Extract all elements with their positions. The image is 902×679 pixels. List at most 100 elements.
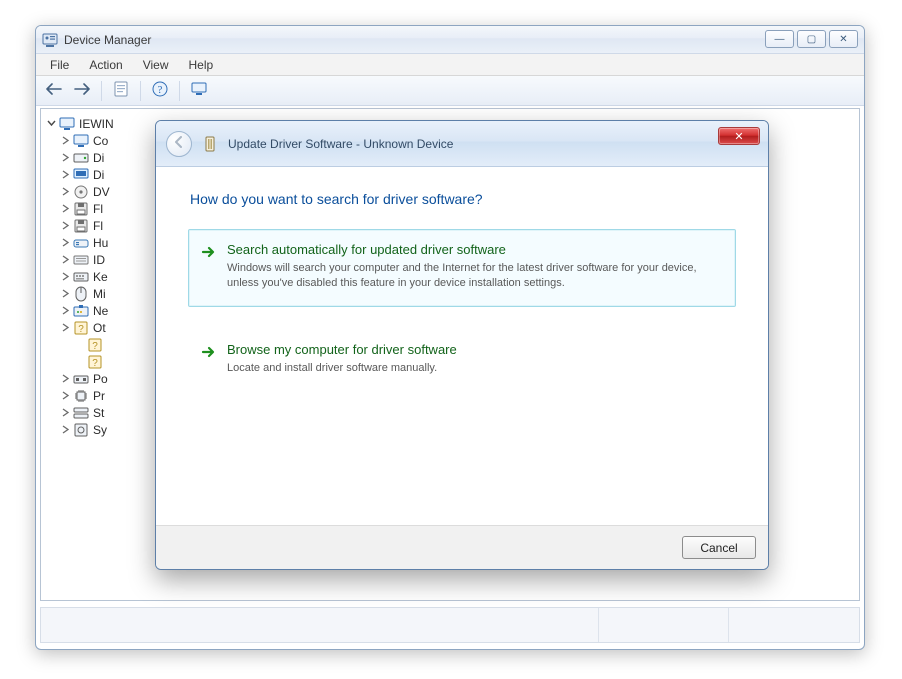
minimize-button[interactable]: — — [765, 30, 794, 48]
expand-icon[interactable] — [59, 271, 71, 283]
monitor-icon — [191, 82, 207, 99]
dialog-titlebar[interactable]: Update Driver Software - Unknown Device … — [156, 121, 768, 167]
arrow-right-icon — [201, 244, 217, 263]
maximize-button[interactable]: ▢ — [797, 30, 826, 48]
status-cell — [729, 608, 859, 642]
expand-icon[interactable] — [59, 288, 71, 300]
tree-item-label: ID — [93, 253, 105, 267]
mouse-icon — [73, 286, 89, 302]
tree-item-label: DV — [93, 185, 110, 199]
caption-buttons: — ▢ ✕ — [765, 30, 858, 48]
option-description: Locate and install driver software manua… — [227, 361, 721, 376]
expand-icon[interactable] — [59, 305, 71, 317]
statusbar — [40, 607, 860, 643]
computer-icon — [59, 116, 75, 132]
svg-text:?: ? — [92, 341, 98, 352]
expand-icon[interactable] — [59, 390, 71, 402]
toolbar-separator — [140, 81, 141, 101]
tree-item-label: St — [93, 406, 104, 420]
option-description: Windows will search your computer and th… — [227, 261, 721, 292]
close-glyph: ✕ — [839, 34, 847, 45]
tree-item-label: Co — [93, 134, 108, 148]
tree-item-label: Sy — [93, 423, 107, 437]
tree-item-label: Fl — [93, 202, 103, 216]
toolbar-back-button[interactable] — [42, 79, 66, 103]
dialog-body: How do you want to search for driver sof… — [156, 167, 768, 525]
expand-icon[interactable] — [59, 254, 71, 266]
monitor-icon — [73, 133, 89, 149]
toolbar-separator — [179, 81, 180, 101]
toolbar-help-button[interactable]: ? — [148, 79, 172, 103]
menu-help[interactable]: Help — [181, 56, 222, 74]
option-title: Browse my computer for driver software — [227, 342, 721, 357]
toolbar-forward-button[interactable] — [70, 79, 94, 103]
titlebar[interactable]: Device Manager — ▢ ✕ — [36, 26, 864, 54]
keyboard-icon — [73, 269, 89, 285]
maximize-glyph: ▢ — [807, 34, 816, 45]
svg-text:?: ? — [92, 358, 98, 369]
dialog-footer: Cancel — [156, 525, 768, 569]
tree-item-label: Pr — [93, 389, 105, 403]
tree-item-label: Mi — [93, 287, 106, 301]
option-search-auto[interactable]: Search automatically for updated driver … — [188, 229, 736, 307]
menu-view[interactable]: View — [135, 56, 177, 74]
toolbar-scan-button[interactable] — [187, 79, 211, 103]
tree-item-label: Di — [93, 151, 104, 165]
tree-item-label: Ke — [93, 270, 108, 284]
storage-icon — [73, 405, 89, 421]
expand-icon[interactable] — [59, 373, 71, 385]
menubar: File Action View Help — [36, 54, 864, 76]
floppy-icon — [73, 218, 89, 234]
status-cell — [599, 608, 729, 642]
expand-icon[interactable] — [59, 237, 71, 249]
page-icon — [114, 81, 128, 100]
svg-text:?: ? — [158, 84, 163, 96]
expand-icon[interactable] — [59, 203, 71, 215]
arrow-right-icon — [201, 344, 217, 363]
tree-item-label: Po — [93, 372, 108, 386]
floppy-icon — [73, 201, 89, 217]
system-icon — [73, 422, 89, 438]
arrow-left-icon — [172, 135, 186, 152]
collapse-icon[interactable] — [45, 118, 57, 130]
menu-file[interactable]: File — [42, 56, 77, 74]
status-cell — [41, 608, 599, 642]
spacer — [73, 356, 85, 368]
expand-icon[interactable] — [59, 424, 71, 436]
option-browse-local[interactable]: Browse my computer for driver software Lo… — [188, 329, 736, 391]
expand-icon[interactable] — [59, 169, 71, 181]
svg-text:?: ? — [78, 324, 84, 335]
cancel-button[interactable]: Cancel — [682, 536, 756, 559]
unknown-device-icon: ? — [87, 337, 103, 353]
close-button[interactable]: ✕ — [829, 30, 858, 48]
toolbar-show-hidden-button[interactable] — [109, 79, 133, 103]
dialog-close-button[interactable]: ✕ — [718, 127, 760, 145]
toolbar-separator — [101, 81, 102, 101]
ide-icon — [73, 252, 89, 268]
window-title: Device Manager — [64, 33, 151, 47]
display-adapter-icon — [73, 167, 89, 183]
cancel-label: Cancel — [700, 541, 737, 555]
tree-item-label: Di — [93, 168, 104, 182]
dialog-heading: How do you want to search for driver sof… — [190, 191, 736, 207]
device-icon — [202, 136, 218, 152]
expand-icon[interactable] — [59, 186, 71, 198]
tree-root-label: IEWIN — [79, 117, 114, 131]
hid-icon — [73, 235, 89, 251]
expand-icon[interactable] — [59, 135, 71, 147]
toolbar: ? — [36, 76, 864, 106]
expand-icon[interactable] — [59, 220, 71, 232]
update-driver-dialog: Update Driver Software - Unknown Device … — [155, 120, 769, 570]
unknown-device-icon: ? — [87, 354, 103, 370]
tree-item-label: Ot — [93, 321, 106, 335]
expand-icon[interactable] — [59, 407, 71, 419]
arrow-left-icon — [46, 83, 62, 98]
tree-item-label: Ne — [93, 304, 108, 318]
expand-icon[interactable] — [59, 322, 71, 334]
network-icon — [73, 303, 89, 319]
expand-icon[interactable] — [59, 152, 71, 164]
option-title: Search automatically for updated driver … — [227, 242, 721, 257]
menu-action[interactable]: Action — [81, 56, 130, 74]
dialog-title: Update Driver Software - Unknown Device — [228, 137, 453, 151]
drive-icon — [73, 150, 89, 166]
